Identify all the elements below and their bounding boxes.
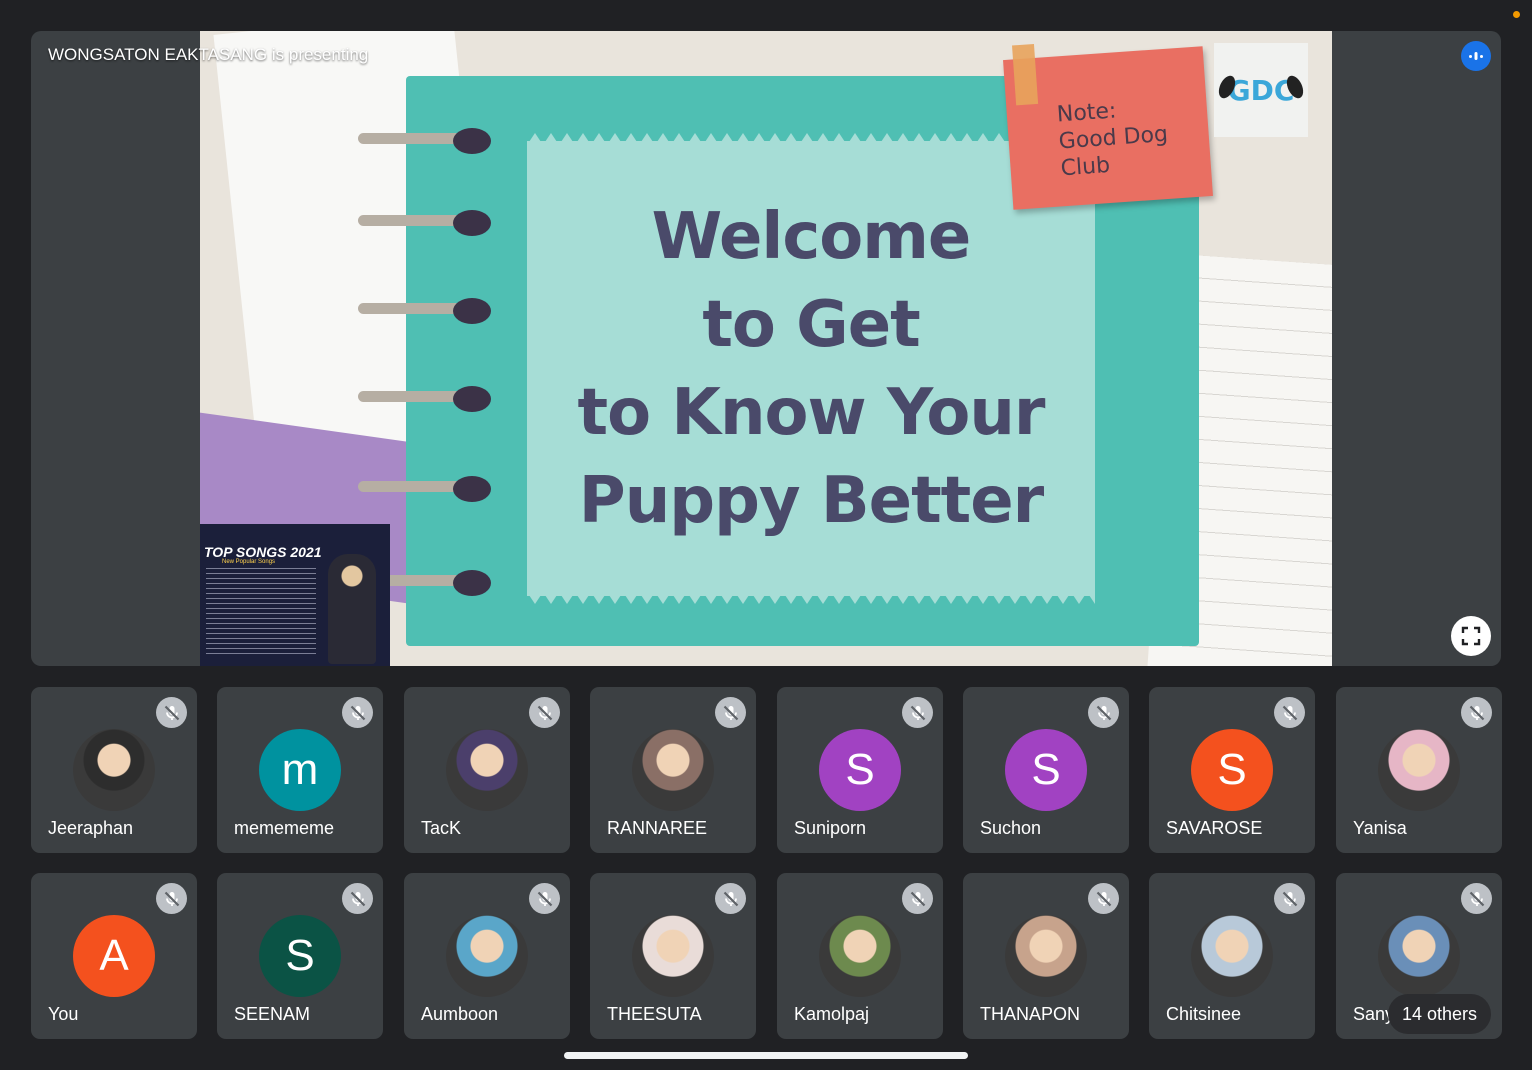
mic-off-icon	[1461, 697, 1492, 728]
slide-title-line-1: Welcome	[651, 199, 972, 274]
activity-dot	[1513, 11, 1520, 18]
participant-tile[interactable]: S Suchon	[963, 687, 1129, 853]
participant-tile[interactable]: A You	[31, 873, 197, 1039]
mic-off-icon	[156, 697, 187, 728]
participant-tile[interactable]: Aumboon	[404, 873, 570, 1039]
participant-tile[interactable]: m memememe	[217, 687, 383, 853]
slide-title-card: Welcome to Get to Know Your Puppy Better	[527, 133, 1095, 604]
avatar-photo	[632, 915, 714, 997]
avatar-photo	[1191, 915, 1273, 997]
participant-name: TacK	[421, 818, 462, 838]
mic-off-icon	[715, 883, 746, 914]
mic-off-icon	[1274, 883, 1305, 914]
mic-off-icon	[715, 697, 746, 728]
avatar-photo	[446, 915, 528, 997]
spiral-ring	[358, 210, 493, 236]
participant-name: memememe	[234, 818, 335, 838]
mic-off-icon	[1088, 697, 1119, 728]
thumbnail-title: TOP SONGS 2021	[204, 544, 322, 560]
participant-tile[interactable]: Yanisa	[1336, 687, 1502, 853]
participant-name: SEENAM	[234, 1004, 311, 1024]
mic-off-icon	[1461, 883, 1492, 914]
slide-title-line-2: to Get	[702, 287, 920, 362]
participant-name: Kamolpaj	[794, 1004, 870, 1024]
others-count-chip[interactable]: 14 others	[1388, 994, 1492, 1034]
participant-tile[interactable]: THEESUTA	[590, 873, 756, 1039]
slide-title-line-4: Puppy Better	[578, 463, 1044, 538]
video-thumbnail: TOP SONGS 2021 New Popular Songs	[200, 524, 390, 666]
avatar-initial: A	[73, 915, 155, 997]
fullscreen-icon[interactable]	[1451, 616, 1491, 656]
avatar-initial: m	[259, 729, 341, 811]
participant-name: Chitsinee	[1166, 1004, 1242, 1024]
mic-off-icon	[529, 697, 560, 728]
mic-off-icon	[342, 883, 373, 914]
participant-tile[interactable]: Kamolpaj	[777, 873, 943, 1039]
mic-off-icon	[1088, 883, 1119, 914]
slide-title-line-3: to Know Your	[577, 375, 1046, 450]
gdc-logo: GDC	[1214, 43, 1308, 137]
presentation-panel[interactable]: WONGSATON EAKTASANG is presenting Welcom…	[31, 31, 1501, 666]
spiral-ring	[358, 128, 493, 154]
home-indicator[interactable]	[564, 1052, 968, 1059]
participant-name: Jeeraphan	[48, 818, 134, 838]
participant-name: THANAPON	[980, 1004, 1081, 1024]
avatar-photo	[1378, 729, 1460, 811]
avatar-photo	[819, 915, 901, 997]
avatar-photo	[632, 729, 714, 811]
participant-name: Aumboon	[421, 1004, 499, 1024]
mic-off-icon	[902, 697, 933, 728]
audio-level-icon[interactable]	[1461, 41, 1491, 71]
participant-name: You	[48, 1004, 79, 1024]
shared-slide: Welcome to Get to Know Your Puppy Better…	[200, 31, 1332, 666]
participant-name: RANNAREE	[607, 818, 708, 838]
participant-name: SAVAROSE	[1166, 818, 1263, 838]
participant-name: Yanisa	[1353, 818, 1407, 838]
mic-off-icon	[156, 883, 187, 914]
avatar-initial: S	[259, 915, 341, 997]
mic-off-icon	[1274, 697, 1305, 728]
participant-tile[interactable]: S SEENAM	[217, 873, 383, 1039]
avatar-initial: S	[819, 729, 901, 811]
avatar-initial: S	[1191, 729, 1273, 811]
avatar-photo	[446, 729, 528, 811]
avatar-photo	[1005, 915, 1087, 997]
participant-tile[interactable]: RANNAREE	[590, 687, 756, 853]
sticky-note: Note: Good Dog Club	[1003, 43, 1213, 210]
avatar-photo	[1378, 915, 1460, 997]
mic-off-icon	[342, 697, 373, 728]
singer-image	[328, 554, 376, 664]
participant-tile[interactable]: THANAPON	[963, 873, 1129, 1039]
avatar-photo	[73, 729, 155, 811]
spiral-ring	[358, 298, 493, 324]
participant-name: Suniporn	[794, 818, 867, 838]
avatar-initial: S	[1005, 729, 1087, 811]
gdc-logo-text: GDC	[1227, 73, 1295, 107]
participant-name: THEESUTA	[607, 1004, 702, 1024]
mic-off-icon	[902, 883, 933, 914]
participant-tile[interactable]: S Suniporn	[777, 687, 943, 853]
participant-tile[interactable]: Sany 14 others	[1336, 873, 1502, 1039]
participant-tile[interactable]: Chitsinee	[1149, 873, 1315, 1039]
participant-tile[interactable]: TacK	[404, 687, 570, 853]
presenter-label: WONGSATON EAKTASANG is presenting	[48, 45, 369, 64]
spiral-ring	[358, 386, 493, 412]
mic-off-icon	[529, 883, 560, 914]
thumbnail-subtitle: New Popular Songs	[222, 559, 276, 565]
participant-tile[interactable]: Jeeraphan	[31, 687, 197, 853]
participant-tile[interactable]: S SAVAROSE	[1149, 687, 1315, 853]
participant-name: Suchon	[980, 818, 1042, 838]
spiral-ring	[358, 476, 493, 502]
